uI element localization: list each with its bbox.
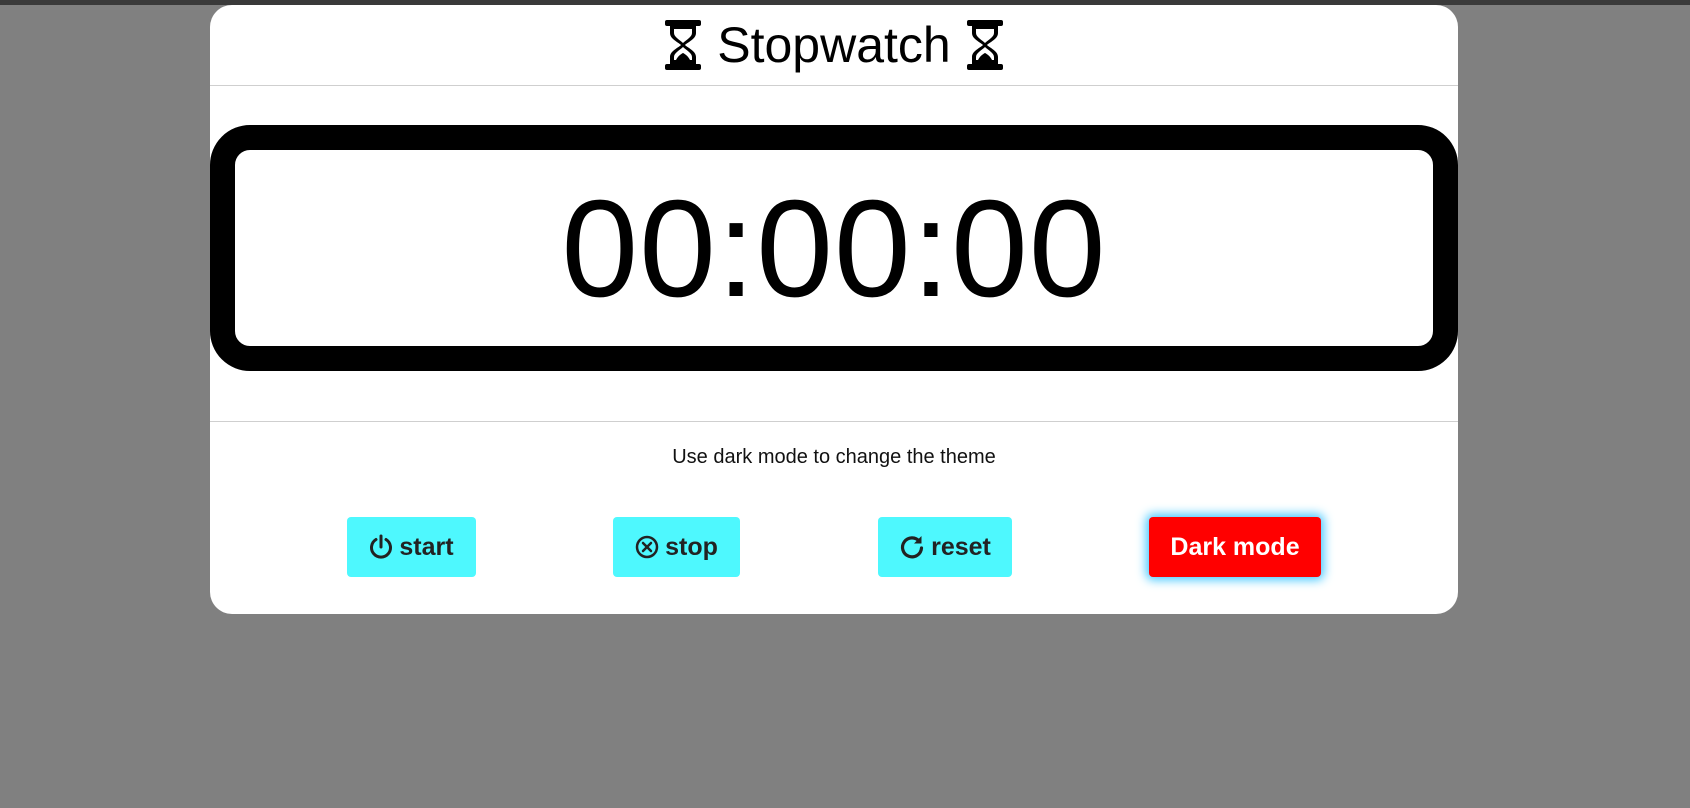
power-icon [369,534,393,560]
rotate-icon [899,534,925,560]
dark-mode-button-label: Dark mode [1170,532,1300,561]
theme-hint: Use dark mode to change the theme [672,446,996,468]
hourglass-icon [663,19,703,71]
time-display: 00:00:00 [210,125,1458,371]
reset-button-label: reset [931,532,991,561]
header: Stopwatch [210,5,1458,86]
stop-button-label: stop [665,532,718,561]
stop-button[interactable]: stop [613,517,740,577]
display-area: 00:00:00 [210,86,1458,422]
dark-mode-button[interactable]: Dark mode [1149,517,1321,577]
circle-x-icon [635,535,659,559]
start-button-label: start [399,532,454,561]
hourglass-icon [965,19,1005,71]
time-readout: 00:00:00 [561,172,1107,326]
stopwatch-card: Stopwatch 00:00:00 Use dark mode to chan… [210,5,1458,614]
reset-button[interactable]: reset [878,517,1012,577]
page-title: Stopwatch [717,17,951,73]
control-buttons: start stop reset Dark mode [210,517,1458,577]
start-button[interactable]: start [347,517,476,577]
